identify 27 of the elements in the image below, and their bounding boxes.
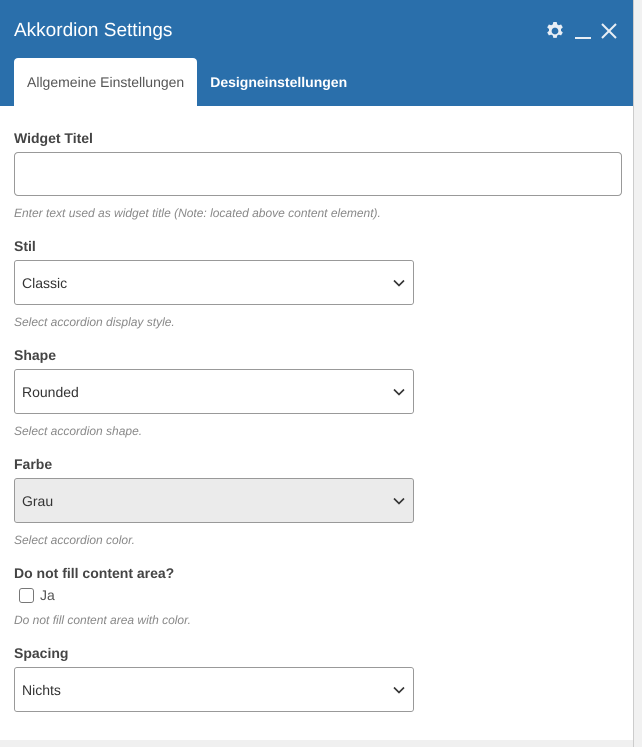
help-text: Select accordion display style.: [14, 315, 176, 329]
select-field[interactable]: Rounded: [14, 369, 414, 414]
select-field[interactable]: Grau: [14, 478, 414, 523]
chevron-icon: [393, 388, 405, 396]
help-text: Do not fill content area with color.: [14, 613, 192, 627]
close-icon[interactable]: [601, 23, 617, 39]
help-text: Enter text used as widget title (Note: located above content element).: [14, 206, 382, 220]
help-text: Select accordion color.: [14, 533, 136, 547]
tab[interactable]: Designeinstellungen: [197, 58, 360, 106]
input-field[interactable]: [14, 152, 622, 196]
field-label: Shape: [14, 347, 58, 363]
window-title: Akkordion Settings: [14, 20, 172, 42]
chevron-icon: [393, 278, 405, 286]
select-field[interactable]: Nichts: [14, 667, 414, 712]
tab[interactable]: Allgemeine Einstellungen: [14, 58, 198, 106]
settings-icon[interactable]: [545, 21, 565, 41]
help-text: Select accordion shape.: [14, 424, 144, 438]
select-field[interactable]: Classic: [14, 260, 414, 305]
chevron-icon: [393, 496, 405, 504]
field-label: Farbe: [14, 456, 54, 472]
field-label: Stil: [14, 238, 37, 254]
checkbox[interactable]: [19, 588, 34, 602]
field-label: Widget Titel: [14, 130, 94, 146]
chevron-icon: [393, 686, 405, 694]
field-label: Do not fill content area?: [14, 565, 176, 581]
field-label: Spacing: [14, 645, 70, 661]
checkbox-label: Ja: [40, 587, 55, 603]
